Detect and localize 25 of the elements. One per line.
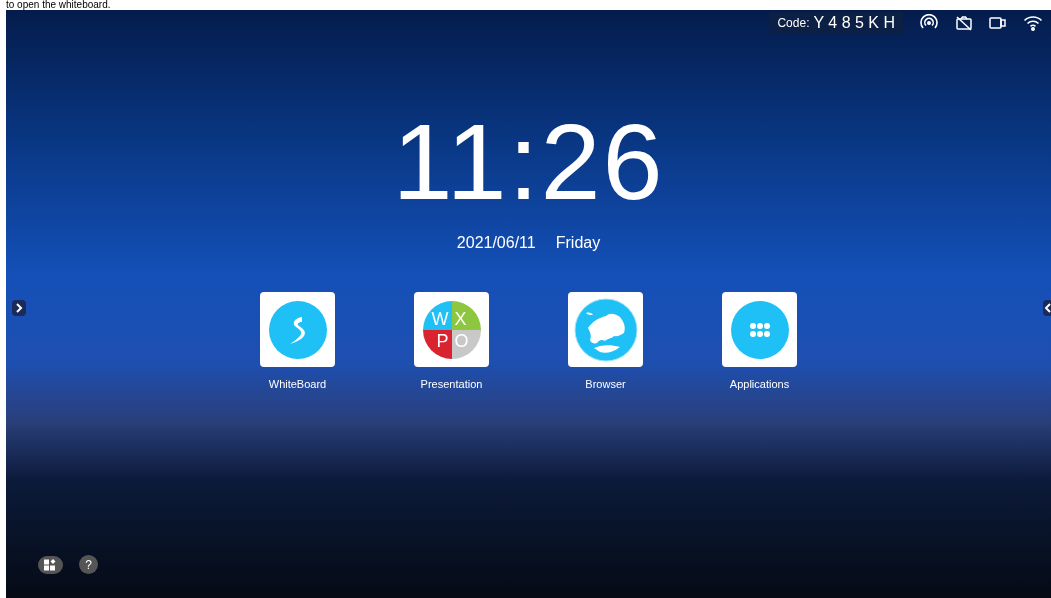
caption-text: to open the whiteboard. xyxy=(6,0,111,10)
code-value: Y 4 8 5 K H xyxy=(813,13,895,33)
widgets-button[interactable] xyxy=(38,555,63,574)
code-label: Code: xyxy=(777,15,810,32)
clock-time: 11:26 xyxy=(392,107,665,217)
wifi-icon xyxy=(1023,15,1043,31)
chevron-left-icon[interactable] xyxy=(1043,300,1051,316)
letter-text: P xyxy=(422,329,452,359)
app-tile[interactable] xyxy=(568,292,643,367)
app-label: WhiteBoard xyxy=(268,377,327,392)
letter-text: W xyxy=(422,300,452,330)
app-grid-icon xyxy=(730,300,789,359)
app-label: Presentation xyxy=(420,377,483,392)
squiggle-icon xyxy=(268,300,327,359)
weekday-text: Friday xyxy=(555,233,601,253)
app-label: Browser xyxy=(585,377,626,392)
date-text: 2021/06/11 xyxy=(456,233,536,253)
app-label: Applications xyxy=(729,377,790,392)
app-tile[interactable] xyxy=(260,292,335,367)
chevron-right-icon[interactable] xyxy=(12,300,26,316)
help-button[interactable]: ? xyxy=(79,555,98,574)
camera-off-icon xyxy=(955,15,973,31)
app-tile[interactable] xyxy=(722,292,797,367)
screen-share-icon xyxy=(989,16,1007,30)
letter-text: X xyxy=(451,300,481,330)
